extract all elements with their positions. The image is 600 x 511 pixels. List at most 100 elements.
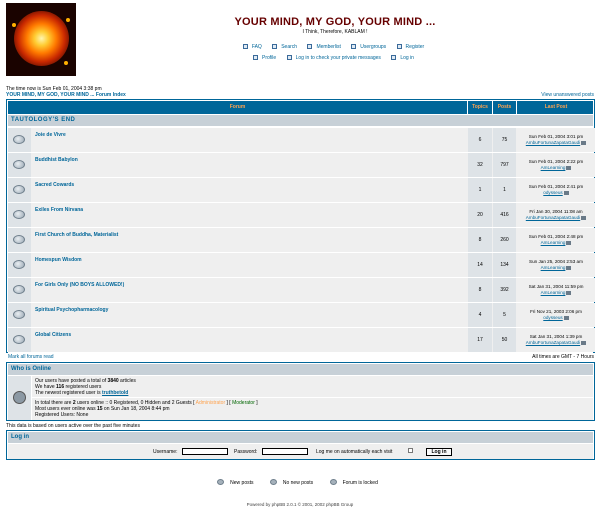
forum-name-link[interactable]: Exiles From Nirvana <box>35 207 83 213</box>
view-latest-post-icon[interactable] <box>563 190 569 195</box>
view-latest-post-icon[interactable] <box>566 165 572 170</box>
last-post-author-link[interactable]: AmbuFortunaZapataGaudi <box>526 215 580 220</box>
forum-name-link[interactable]: Global Citizens <box>35 332 71 338</box>
username-input[interactable] <box>182 448 228 455</box>
register-label: Register <box>405 44 425 50</box>
header-posts: Posts <box>492 101 516 114</box>
forum-posts-count: 50 <box>493 328 516 352</box>
site-title: YOUR MIND, MY GOD, YOUR MIND ... <box>234 16 436 28</box>
forum-status-cell <box>8 253 31 277</box>
legend-label: New posts <box>230 480 254 486</box>
register-icon <box>396 44 402 49</box>
activity-note: This data is based on users active over … <box>6 423 140 429</box>
last-post-author-link[interactable]: AmLearning <box>541 165 566 170</box>
forum-status-cell <box>8 128 31 152</box>
forum-name-link[interactable]: Joie de Vivre <box>35 132 66 138</box>
forum-name-link[interactable]: Buddhist Babylon <box>35 157 78 163</box>
usergroups-link[interactable]: Usergroups <box>351 44 389 50</box>
view-latest-post-icon[interactable] <box>566 240 572 245</box>
forum-name-link[interactable]: For Girls Only (NO BOYS ALLOWED!) <box>35 282 124 288</box>
stat-text: The newest registered user is <box>35 390 102 396</box>
category-row[interactable]: TAUTOLOGY'S END <box>8 115 593 127</box>
username-label: Username: <box>153 449 178 455</box>
top-nav: FAQ Search Memberlist Usergroups Registe… <box>150 44 520 50</box>
forum-row: Exiles From Nirvana 20 416 Fri Jan 30, 2004… <box>8 203 595 228</box>
legend-label: No new posts <box>282 480 314 486</box>
forum-status-cell <box>8 203 31 227</box>
last-post-author-link[interactable]: AmLearning <box>541 240 566 245</box>
auto-login-checkbox[interactable] <box>408 448 413 453</box>
password-input[interactable] <box>262 448 308 455</box>
icon-legend: New posts No new posts Forum is locked <box>0 479 600 486</box>
stat-text: articles <box>118 378 136 384</box>
new-posts-icon <box>217 479 225 485</box>
last-post-author-link[interactable]: AmLearning <box>541 265 566 270</box>
memberlist-link[interactable]: Memberlist <box>307 44 343 50</box>
forum-status-cell <box>8 178 31 202</box>
last-post-author-link[interactable]: AmLearning <box>541 290 566 295</box>
profile-link[interactable]: Profile <box>253 55 279 61</box>
login-form: Username: Password: Log me on automatica… <box>8 444 593 459</box>
auto-login-label: Log me on automatically each visit <box>316 449 393 455</box>
stat-text: ] <box>254 400 258 406</box>
forum-topics-count: 17 <box>468 328 492 352</box>
search-icon <box>272 44 278 49</box>
forum-row: Spiritual Psychopharmacology 4 5 Fri Nov 21… <box>8 303 595 328</box>
view-latest-post-icon[interactable] <box>581 340 587 345</box>
faq-link[interactable]: FAQ <box>242 44 265 50</box>
forum-status-cell <box>8 328 31 352</box>
stat-text: on Sun Jan 18, 2004 8:44 pm <box>102 406 170 412</box>
search-link[interactable]: Search <box>272 44 300 50</box>
view-latest-post-icon[interactable] <box>566 265 572 270</box>
view-latest-post-icon[interactable] <box>563 315 569 320</box>
view-latest-post-icon[interactable] <box>566 290 572 295</box>
faq-label: FAQ <box>251 44 262 50</box>
online-heading[interactable]: Who is Online <box>11 366 51 372</box>
mark-all-read-link[interactable]: Mark all forums read <box>8 354 54 360</box>
category-title[interactable]: TAUTOLOGY'S END <box>11 117 75 123</box>
login-label: Log in <box>400 55 414 61</box>
view-latest-post-icon[interactable] <box>581 215 587 220</box>
forum-name-link[interactable]: Homespun Wisdom <box>35 257 82 263</box>
newest-user-link[interactable]: truthbetold <box>102 390 128 396</box>
no-new-posts-icon <box>13 210 25 219</box>
login-heading[interactable]: Log in <box>11 434 29 440</box>
who-is-online-panel: Who is Online Our users have posted a to… <box>6 362 595 421</box>
online-header: Who is Online <box>8 364 593 375</box>
forum-table: Forum Topics Posts Last Post TAUTOLOGY'S… <box>6 99 595 353</box>
forum-status-cell <box>8 303 31 327</box>
last-post-author-link[interactable]: odysseus <box>543 190 562 195</box>
login-link[interactable]: Log in <box>391 55 417 61</box>
legend-label: Forum is locked <box>342 480 378 486</box>
last-post-author-link[interactable]: AmbuFortunaZapataGaudi <box>526 140 580 145</box>
forum-name-link[interactable]: Spiritual Psychopharmacology <box>35 307 108 313</box>
site-logo[interactable] <box>6 3 76 76</box>
forum-topics-count: 8 <box>468 228 492 252</box>
last-post-cell: Sat Jan 31, 2004 11:59 pm AmLearning <box>517 278 595 302</box>
usergroups-icon <box>351 44 357 49</box>
unanswered-posts-link[interactable]: View unanswered posts <box>541 92 594 98</box>
online-users: In total there are 2 users online :: 0 R… <box>32 398 593 420</box>
login-header: Log in <box>8 432 593 443</box>
forum-topics-count: 6 <box>468 128 492 152</box>
legend-locked: Forum is locked <box>329 479 383 486</box>
explosion-graphic <box>14 11 69 66</box>
forum-name-link[interactable]: First Church of Buddha, Materialist <box>35 232 118 238</box>
breadcrumb[interactable]: YOUR MIND, MY GOD, YOUR MIND ... Forum I… <box>6 92 126 98</box>
last-post-author-link[interactable]: odysseus <box>543 315 562 320</box>
forum-status-cell <box>8 228 31 252</box>
powered-by-footer[interactable]: Powered by phpBB 2.0.1 © 2001, 2002 phpB… <box>0 502 600 507</box>
forum-posts-count: 797 <box>493 153 516 177</box>
forum-posts-count: 134 <box>493 253 516 277</box>
login-button[interactable]: Log in <box>426 448 452 456</box>
last-post-author-link[interactable]: AmbuFortunaZapataGaudi <box>526 340 580 345</box>
forum-row: Joie de Vivre 6 75 Sun Feb 01, 2004 3:01 pm… <box>8 128 595 153</box>
messages-link[interactable]: Log in to check your private messages <box>286 55 384 61</box>
legend-no-new-posts: No new posts <box>269 479 318 486</box>
register-link[interactable]: Register <box>396 44 428 50</box>
last-post-cell: Sun Feb 01, 2004 2:22 pm AmLearning <box>517 153 595 177</box>
forum-name-link[interactable]: Sacred Cowards <box>35 182 74 188</box>
memberlist-label: Memberlist <box>316 44 341 50</box>
view-latest-post-icon[interactable] <box>581 140 587 145</box>
no-new-posts-icon <box>13 235 25 244</box>
